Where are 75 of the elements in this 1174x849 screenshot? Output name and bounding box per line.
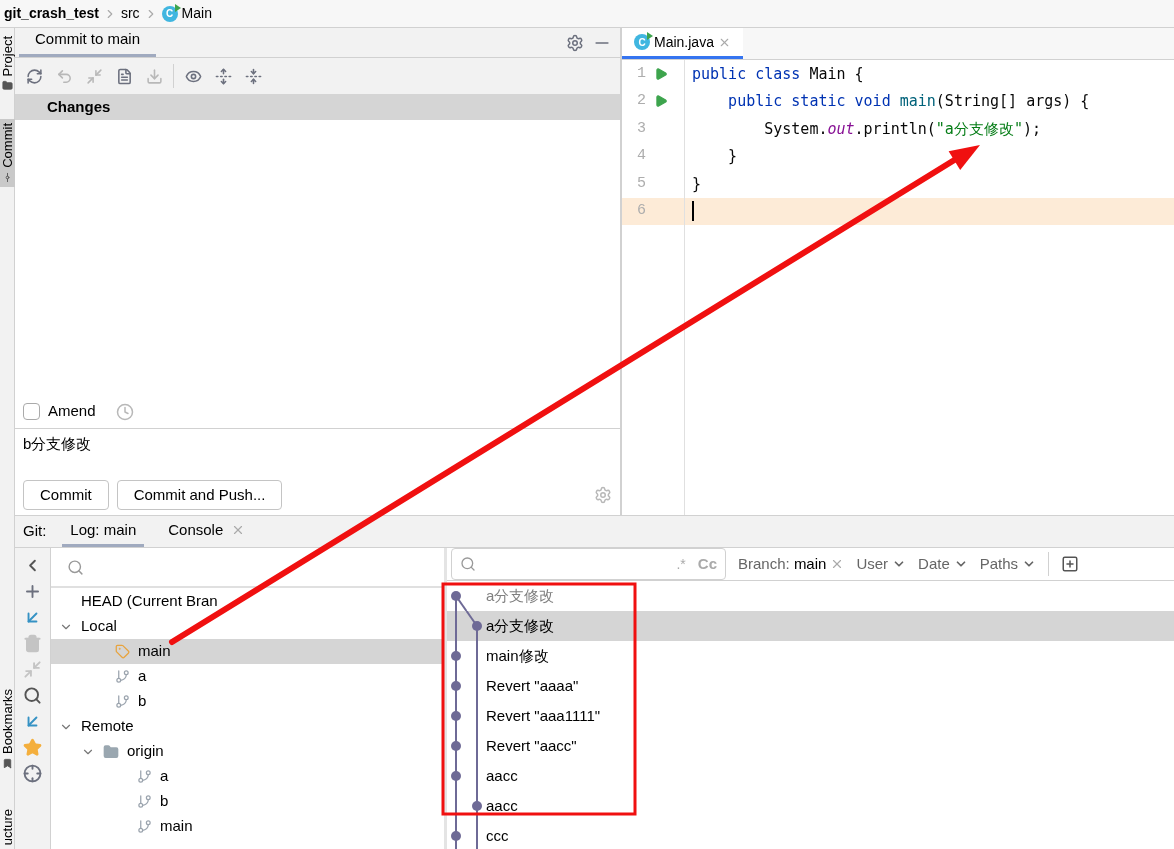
search-icon xyxy=(460,556,476,572)
line-number: 5 xyxy=(636,173,646,194)
breadcrumb-item[interactable]: git_crash_test xyxy=(4,3,99,24)
commit-row[interactable]: Revert "aaa1111" xyxy=(447,701,1174,731)
filter-dropdown[interactable]: Paths xyxy=(979,552,1037,576)
settings-icon[interactable] xyxy=(594,486,612,504)
tag-icon xyxy=(115,644,130,659)
line-number: 3 xyxy=(636,118,646,139)
branch-tree-item[interactable]: main xyxy=(51,639,444,664)
class-file-icon: C xyxy=(634,34,650,50)
breadcrumb-item[interactable]: src xyxy=(120,3,140,24)
commit-row[interactable]: aacc xyxy=(447,791,1174,821)
crosshair-icon[interactable] xyxy=(23,764,42,783)
search-icon[interactable] xyxy=(23,686,42,705)
line-number: 4 xyxy=(636,146,646,166)
line-number: 6 xyxy=(636,201,646,221)
branch-tree-item[interactable]: b xyxy=(51,689,444,714)
branch-tree-item[interactable]: Remote xyxy=(51,714,444,739)
folder-icon xyxy=(103,743,119,760)
code-line: 4 } xyxy=(622,142,1174,170)
plus-icon[interactable] xyxy=(23,582,42,601)
branch-tree-item[interactable]: a xyxy=(51,664,444,689)
commit-row[interactable]: a分支修改 xyxy=(447,611,1174,641)
branch-icon xyxy=(115,694,130,709)
bookmark-icon xyxy=(2,757,13,769)
tool-window-tab[interactable]: Project xyxy=(0,32,15,96)
code-line: 1 public class Main { xyxy=(622,60,1174,88)
branch-tree-item[interactable]: Local xyxy=(51,614,444,639)
git-label: Git: xyxy=(23,521,47,542)
filter-dropdown[interactable]: User xyxy=(856,552,907,576)
commit-row[interactable]: main修改 xyxy=(447,641,1174,671)
branch-tree-item[interactable]: HEAD (Current Bran xyxy=(51,589,444,614)
text-caret xyxy=(692,201,694,222)
commit-button[interactable]: Commit and Push... xyxy=(116,480,283,510)
breadcrumb-item[interactable]: Main xyxy=(181,3,212,24)
branch-tree-item[interactable]: a xyxy=(51,764,444,789)
amend-checkbox[interactable] xyxy=(23,403,40,420)
run-icon[interactable] xyxy=(654,66,668,81)
commit-row[interactable]: Revert "aacc" xyxy=(447,731,1174,761)
code-line: 3 System.out.println("a分支修改"); xyxy=(622,115,1174,143)
line-number: 2 xyxy=(636,91,646,111)
commit-message-field[interactable]: b分支修改 xyxy=(15,429,620,475)
changes-header[interactable]: Changes xyxy=(15,94,620,120)
code-line: 5 } xyxy=(622,170,1174,198)
class-file-icon: C xyxy=(161,5,178,22)
run-icon[interactable] xyxy=(654,94,668,109)
settings-icon[interactable] xyxy=(566,34,584,52)
branch-tree-item[interactable]: b xyxy=(51,789,444,814)
commit-row[interactable]: ccc xyxy=(447,821,1174,849)
tool-window-tab[interactable]: ucture xyxy=(0,804,15,849)
branch-filter[interactable]: Branch: main xyxy=(738,552,845,576)
branch-icon xyxy=(137,769,152,784)
folder-icon xyxy=(2,80,13,92)
new-tab-icon[interactable] xyxy=(1061,555,1080,573)
code-line: 2 public static void main(String[] args) { xyxy=(622,87,1174,115)
git-tab[interactable]: Console xyxy=(160,516,254,547)
filter-dropdown[interactable]: Date xyxy=(918,552,968,576)
commit-icon xyxy=(2,172,13,184)
branch-tree-item[interactable]: main xyxy=(51,814,444,839)
tool-window-tab[interactable]: Commit xyxy=(0,119,15,188)
commit-row[interactable]: Revert "aaaa" xyxy=(447,671,1174,701)
commit-row[interactable]: a分支修改 xyxy=(447,581,1174,611)
clock-icon[interactable] xyxy=(115,402,134,421)
branch-icon xyxy=(115,669,130,684)
commit-row[interactable]: aacc xyxy=(447,761,1174,791)
amend-label: Amend xyxy=(48,401,96,422)
branch-icon xyxy=(137,819,152,834)
tool-window-tab[interactable]: Bookmarks xyxy=(0,684,15,773)
line-number: 1 xyxy=(636,63,646,84)
search-icon xyxy=(67,558,84,576)
editor-tab[interactable]: C Main.java xyxy=(622,28,743,59)
commit-button[interactable]: Commit xyxy=(23,480,109,510)
branch-tree-item[interactable]: origin xyxy=(51,739,444,764)
star-icon[interactable] xyxy=(23,738,42,757)
branch-icon xyxy=(137,794,152,809)
